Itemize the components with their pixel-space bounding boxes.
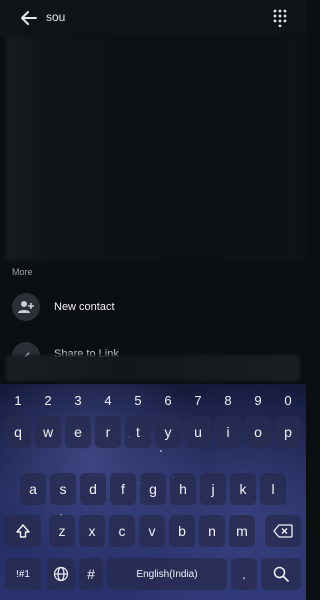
symbols-key[interactable]: !#1: [5, 558, 41, 590]
space-key[interactable]: English(India): [107, 558, 227, 590]
search-bar: sou: [0, 0, 306, 36]
key-p[interactable]: p: [275, 416, 301, 448]
person-add-icon: [18, 301, 34, 313]
key-3[interactable]: 3: [65, 388, 91, 412]
search-icon: [273, 566, 289, 582]
key-v[interactable]: v: [139, 515, 165, 547]
keyboard: 1 2 3 4 5 6 7 8 9 0 q w e r t y u i o p …: [0, 384, 306, 600]
back-button[interactable]: [18, 8, 40, 28]
dialpad-button[interactable]: [268, 6, 292, 30]
key-r[interactable]: r: [95, 416, 121, 448]
key-h[interactable]: h: [170, 473, 196, 505]
key-s[interactable]: s: [50, 473, 76, 505]
key-k[interactable]: k: [230, 473, 256, 505]
key-w[interactable]: w: [35, 416, 61, 448]
key-o[interactable]: o: [245, 416, 271, 448]
star-decoration: [160, 450, 162, 452]
key-5[interactable]: 5: [125, 388, 151, 412]
key-x[interactable]: x: [79, 515, 105, 547]
key-q[interactable]: q: [5, 416, 31, 448]
language-key[interactable]: [47, 558, 75, 590]
arrow-left-icon: [21, 11, 37, 25]
search-key[interactable]: [261, 558, 301, 590]
key-a[interactable]: a: [20, 473, 46, 505]
keyboard-suggestion-strip: [6, 355, 300, 381]
key-b[interactable]: b: [169, 515, 195, 547]
key-i[interactable]: i: [215, 416, 241, 448]
new-contact-label: New contact: [54, 301, 115, 313]
key-l[interactable]: l: [260, 473, 286, 505]
key-7[interactable]: 7: [185, 388, 211, 412]
key-e[interactable]: e: [65, 416, 91, 448]
key-8[interactable]: 8: [215, 388, 241, 412]
key-9[interactable]: 9: [245, 388, 271, 412]
key-d[interactable]: d: [80, 473, 106, 505]
period-key[interactable]: .: [231, 558, 257, 590]
globe-icon: [53, 566, 69, 582]
key-c[interactable]: c: [109, 515, 135, 547]
key-0[interactable]: 0: [275, 388, 301, 412]
key-z[interactable]: z: [49, 515, 75, 547]
key-u[interactable]: u: [185, 416, 211, 448]
key-n[interactable]: n: [199, 515, 225, 547]
key-2[interactable]: 2: [35, 388, 61, 412]
search-results-blurred: [6, 36, 306, 261]
new-contact-item[interactable]: New contact: [0, 287, 306, 327]
key-g[interactable]: g: [140, 473, 166, 505]
backspace-icon: [273, 524, 293, 538]
key-6[interactable]: 6: [155, 388, 181, 412]
key-j[interactable]: j: [200, 473, 226, 505]
shift-key[interactable]: [5, 515, 41, 547]
more-section-label: More: [12, 267, 33, 277]
key-y[interactable]: y: [155, 416, 181, 448]
dialpad-icon: [273, 9, 287, 27]
key-t[interactable]: t: [125, 416, 151, 448]
key-1[interactable]: 1: [5, 388, 31, 412]
key-m[interactable]: m: [229, 515, 255, 547]
backspace-key[interactable]: [265, 515, 301, 547]
search-input[interactable]: sou: [46, 10, 65, 24]
new-contact-avatar: [12, 293, 40, 321]
key-4[interactable]: 4: [95, 388, 121, 412]
shift-icon: [16, 524, 30, 538]
key-f[interactable]: f: [110, 473, 136, 505]
hash-key[interactable]: #: [79, 558, 103, 590]
